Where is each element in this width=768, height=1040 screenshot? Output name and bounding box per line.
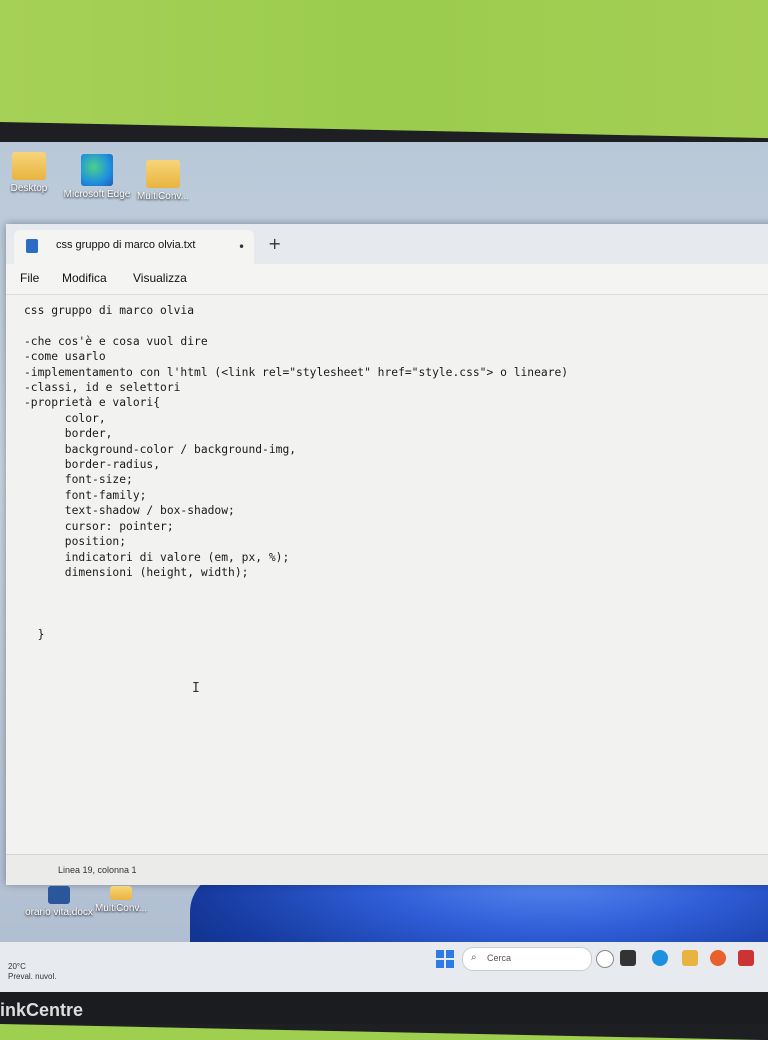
file-explorer-icon[interactable]: [682, 950, 698, 966]
status-bar: Linea 19, colonna 1: [6, 854, 768, 885]
desktop-icon-label: orario vita.docx: [25, 907, 93, 918]
menu-bar: File Modifica Visualizza: [6, 264, 768, 294]
monitor-brand-label: inkCentre: [0, 1000, 84, 1020]
new-tab-button[interactable]: +: [268, 234, 281, 253]
desktop-icon-multiconv[interactable]: MultiConv...: [128, 160, 198, 202]
tab-document[interactable]: css gruppo di marco olvia.txt •: [14, 230, 254, 264]
weather-temp: 20°C: [8, 962, 26, 971]
edge-taskbar-icon[interactable]: [652, 950, 668, 966]
monitor-chin: [0, 992, 768, 1024]
app-icon[interactable]: [738, 950, 754, 966]
desktop-icon-label: Desktop: [10, 183, 48, 194]
unsaved-dot-icon[interactable]: •: [238, 240, 245, 254]
menu-visualizza[interactable]: Visualizza: [133, 271, 187, 285]
tab-bar: css gruppo di marco olvia.txt • +: [6, 224, 768, 264]
text-editor[interactable]: css gruppo di marco olvia -che cos'è e c…: [6, 294, 768, 855]
desktop-icon-label: MultiConv...: [136, 191, 190, 202]
search-placeholder: Cerca: [487, 953, 512, 963]
notepad-icon: [26, 239, 38, 253]
document-text: css gruppo di marco olvia -che cos'è e c…: [24, 304, 569, 641]
notepad-window: css gruppo di marco olvia.txt • + File M…: [6, 224, 768, 885]
start-button[interactable]: [436, 950, 454, 968]
cursor-position: Linea 19, colonna 1: [58, 865, 137, 875]
bing-chat-icon[interactable]: [596, 950, 614, 968]
desktop-icon-edge[interactable]: Microsoft Edge: [62, 154, 132, 200]
firefox-icon[interactable]: [710, 950, 726, 966]
desktop-icon-multiconv-2[interactable]: MultiConv...: [86, 886, 156, 914]
weather-desc: Preval. nuvol.: [8, 972, 57, 981]
folder-icon: [110, 886, 132, 900]
desktop-icon-desktop[interactable]: Desktop: [0, 152, 64, 194]
edge-browser-icon: [81, 154, 113, 186]
desktop-icon-label: Microsoft Edge: [63, 189, 131, 200]
monitor-screen: Desktop Microsoft Edge MultiConv... css …: [0, 142, 768, 992]
weather-widget[interactable]: 20°C Preval. nuvol.: [8, 962, 56, 982]
search-icon: ⌕: [471, 952, 477, 963]
task-view-icon[interactable]: [620, 950, 636, 966]
taskbar: 20°C Preval. nuvol. ⌕ Cerca: [0, 942, 768, 992]
taskbar-search[interactable]: ⌕ Cerca: [462, 947, 592, 971]
ibeam-cursor-icon: I: [192, 681, 200, 696]
word-doc-icon: [48, 886, 70, 904]
menu-modifica[interactable]: Modifica: [62, 271, 107, 285]
folder-icon: [146, 160, 180, 188]
folder-icon: [12, 152, 46, 180]
tab-title: css gruppo di marco olvia.txt: [56, 239, 196, 251]
menu-file[interactable]: File: [20, 271, 39, 285]
desktop-icon-orario[interactable]: orario vita.docx: [24, 886, 94, 918]
desktop-icon-label: MultiConv...: [94, 903, 148, 914]
